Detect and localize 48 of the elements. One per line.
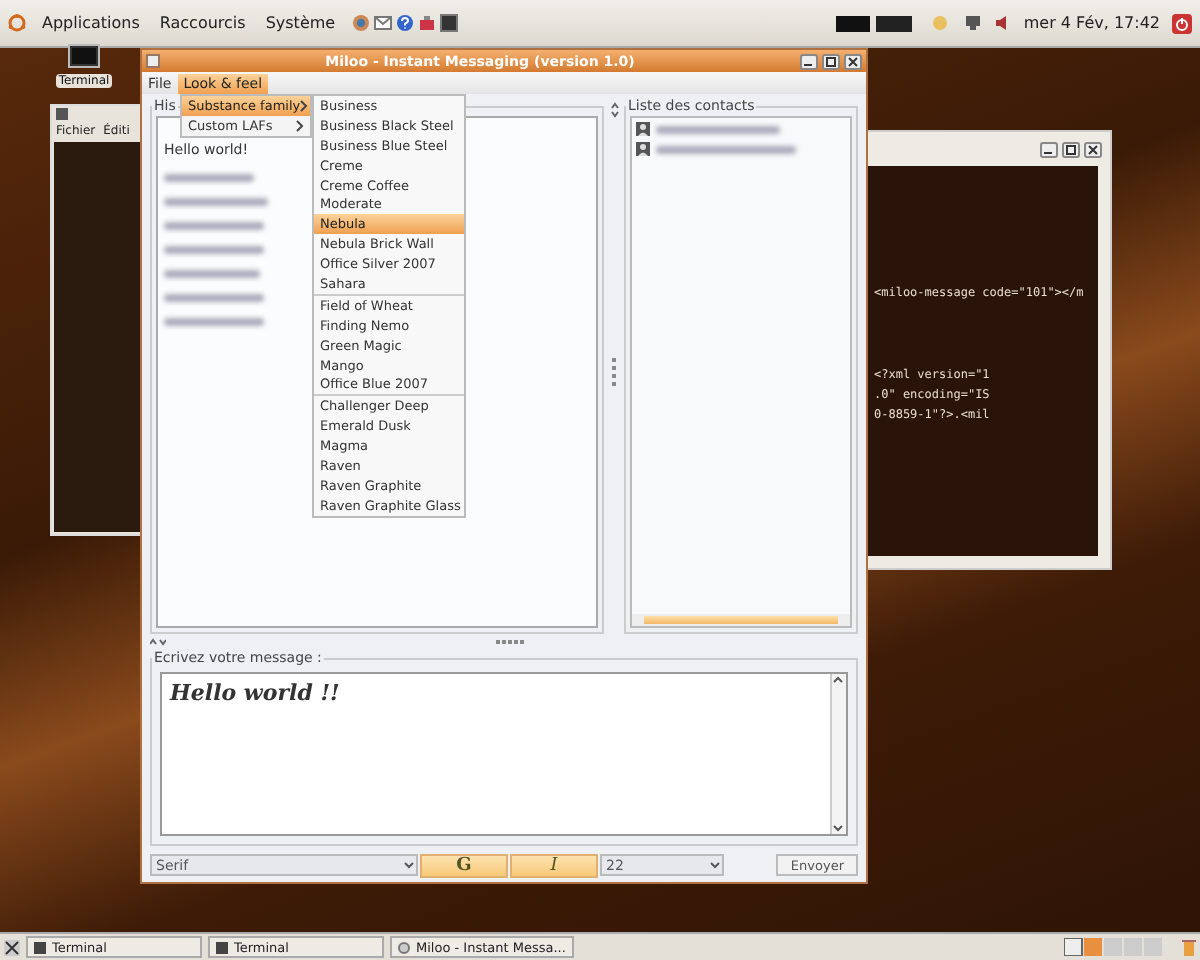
- power-icon[interactable]: [1172, 13, 1192, 33]
- message-input[interactable]: Hello world !!: [160, 672, 848, 837]
- terminal-icon: [34, 941, 46, 953]
- browser-icon[interactable]: [351, 14, 370, 32]
- help-icon[interactable]: [395, 14, 414, 32]
- expand-arrows-icon[interactable]: [609, 102, 619, 118]
- blurred-text: [656, 145, 796, 153]
- terminal-icon: [216, 941, 228, 953]
- blurred-text: [656, 125, 780, 133]
- terminal-icon[interactable]: [439, 14, 458, 32]
- scroll-bar[interactable]: [830, 674, 846, 835]
- panel-menu[interactable]: Applications: [38, 12, 144, 34]
- minimize-icon: [800, 53, 818, 69]
- italic-button[interactable]: I: [510, 853, 598, 878]
- blurred-text: [164, 246, 264, 254]
- scroll-bar[interactable]: [632, 613, 850, 625]
- bold-button[interactable]: G: [420, 853, 508, 878]
- splitter-handle-icon[interactable]: [496, 639, 528, 644]
- minimize-icon: [1040, 141, 1058, 157]
- workspace-switcher-icon[interactable]: [835, 15, 916, 31]
- blurred-text: [164, 318, 264, 326]
- show-desktop-icon[interactable]: [4, 939, 20, 955]
- ubuntu-logo-icon[interactable]: [8, 14, 26, 32]
- close-icon[interactable]: [844, 53, 862, 69]
- user-icon[interactable]: [636, 142, 650, 156]
- close-icon[interactable]: [1084, 141, 1102, 157]
- computer-icon[interactable]: [963, 14, 982, 32]
- window-menu-icon[interactable]: [146, 54, 160, 68]
- blurred-text: [164, 174, 254, 182]
- panel-menu[interactable]: Système: [261, 12, 340, 34]
- network-icon[interactable]: [417, 14, 436, 32]
- terminal-icon[interactable]: [68, 44, 100, 70]
- clock[interactable]: mer 4 Fév, 17:42: [1023, 14, 1160, 32]
- blurred-text: [164, 222, 264, 230]
- blurred-text: [164, 198, 268, 206]
- user-icon[interactable]: [636, 122, 650, 136]
- collapse-arrows-icon[interactable]: [150, 637, 166, 646]
- maximize-icon: [822, 53, 840, 69]
- panel-menu[interactable]: Raccourcis: [155, 12, 250, 34]
- trash-icon[interactable]: [1182, 938, 1196, 956]
- maximize-icon: [1062, 141, 1080, 157]
- volume-icon[interactable]: [993, 14, 1012, 32]
- app-icon: [398, 941, 410, 953]
- blurred-text: [164, 270, 260, 278]
- blurred-text: [164, 294, 264, 302]
- splitter-handle-icon[interactable]: [611, 357, 617, 390]
- weather-icon: [927, 14, 952, 32]
- mail-icon[interactable]: [373, 14, 392, 32]
